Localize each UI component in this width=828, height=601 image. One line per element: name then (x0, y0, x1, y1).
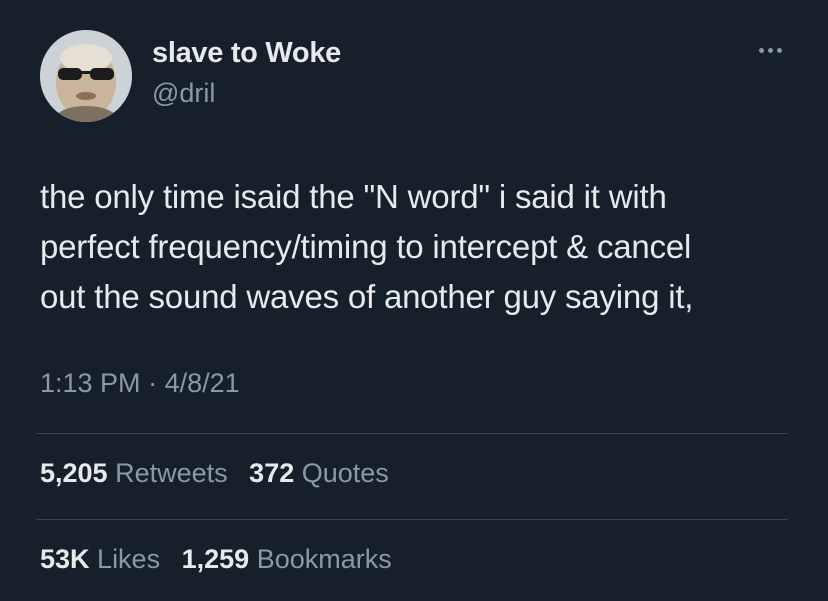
tweet-card: slave to Woke @dril the only time isaid … (0, 0, 828, 601)
engagement-row: 53K Likes 1,259 Bookmarks (40, 544, 406, 575)
retweets-label: Retweets (115, 458, 228, 488)
engagement-row: 5,205 Retweets 372 Quotes (40, 458, 403, 489)
tweet-time: 1:13 PM (40, 368, 141, 398)
dot (776, 47, 782, 53)
dot (758, 47, 764, 53)
likes-stat[interactable]: 53K Likes (40, 544, 160, 575)
more-options-icon[interactable] (752, 38, 788, 62)
likes-count: 53K (40, 544, 90, 574)
avatar[interactable] (40, 30, 132, 122)
tweet-text-line: out the sound waves of another guy sayin… (40, 278, 694, 315)
quotes-label: Quotes (301, 458, 389, 488)
bookmarks-stat[interactable]: 1,259 Bookmarks (182, 544, 392, 575)
retweets-stat[interactable]: 5,205 Retweets (40, 458, 228, 489)
tweet-text-line: perfect frequency/timing to intercept & … (40, 228, 692, 265)
retweets-count: 5,205 (40, 458, 108, 488)
user-handle[interactable]: @dril (152, 78, 215, 109)
display-name[interactable]: slave to Woke (152, 37, 341, 70)
bookmarks-label: Bookmarks (256, 544, 392, 574)
profile-photo-icon (40, 30, 132, 122)
likes-label: Likes (97, 544, 161, 574)
divider (36, 433, 788, 434)
tweet-text: the only time isaid the "N word" i said … (40, 172, 800, 322)
tweet-text-line: the only time isaid the "N word" i said … (40, 178, 667, 215)
dot (767, 47, 773, 53)
quotes-count: 372 (249, 458, 295, 488)
tweet-date: 4/8/21 (164, 368, 240, 398)
divider (36, 519, 788, 520)
meta-separator: · (148, 368, 158, 398)
bookmarks-count: 1,259 (181, 544, 250, 574)
tweet-timestamp[interactable]: 1:13 PM · 4/8/21 (40, 368, 240, 399)
quotes-stat[interactable]: 372 Quotes (249, 458, 389, 489)
